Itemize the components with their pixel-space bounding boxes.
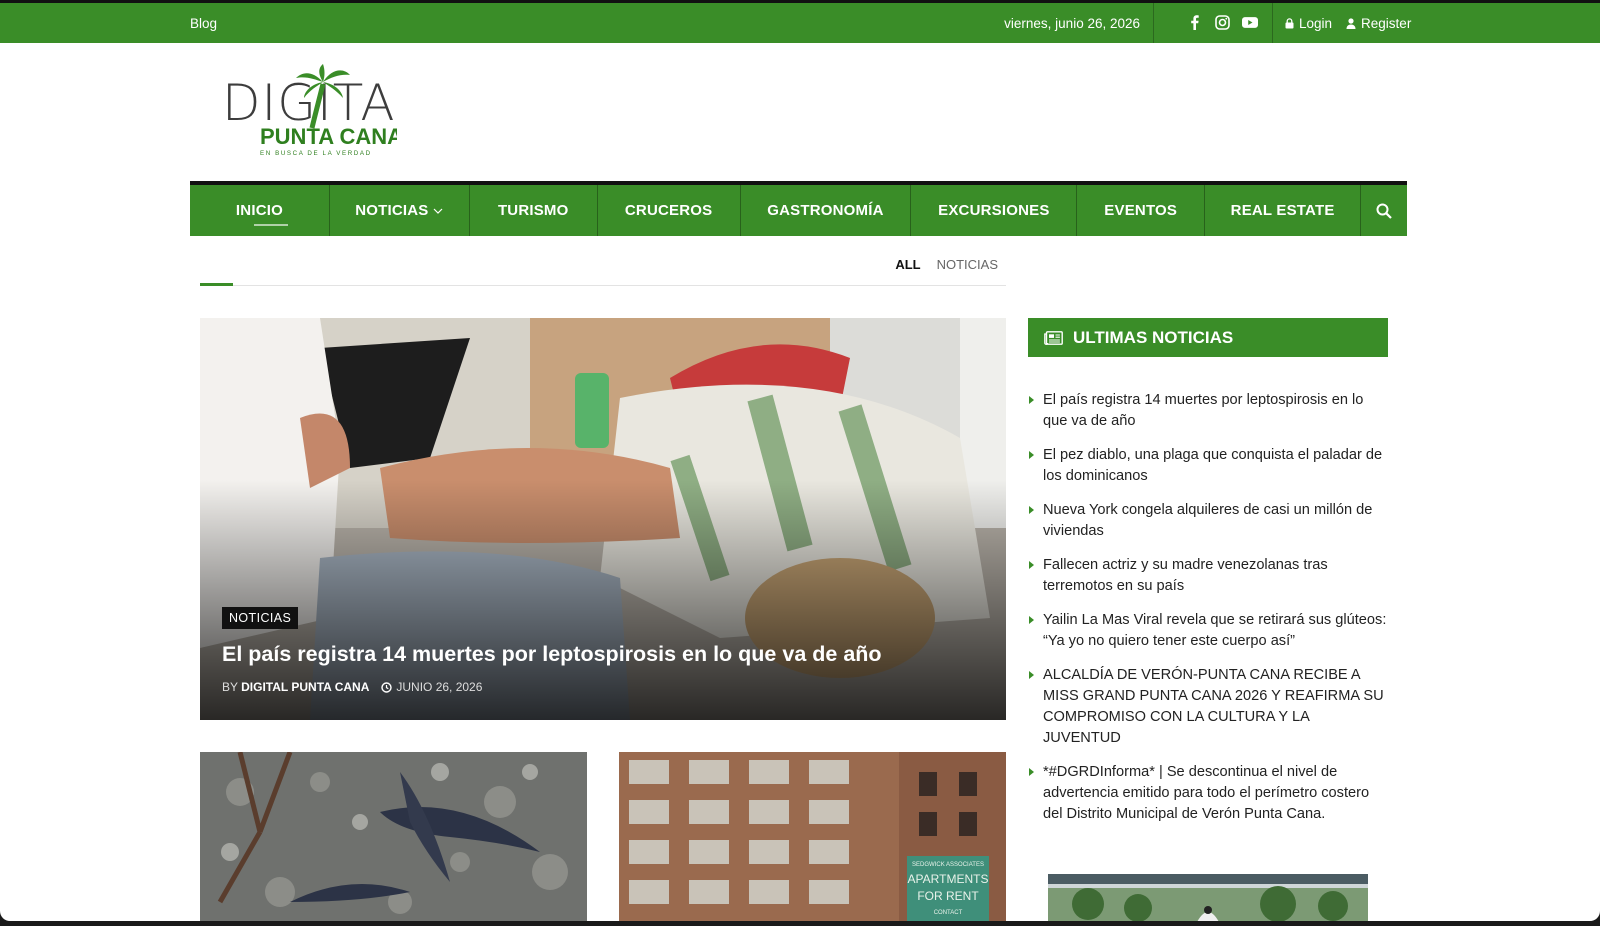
clock-icon	[381, 681, 393, 693]
sign-line1: SEDGWICK ASSOCIATES	[912, 862, 984, 868]
instagram-icon[interactable]	[1214, 14, 1230, 30]
search-icon	[1376, 203, 1392, 219]
current-date: viernes, junio 26, 2026	[1004, 16, 1140, 31]
newspaper-icon	[1044, 330, 1063, 345]
category-filter: ALL NOTICIAS	[200, 254, 1006, 286]
fish-image	[200, 752, 587, 921]
sign-line4: CONTACT	[934, 910, 963, 916]
article-thumbnail[interactable]: SEDGWICK ASSOCIATES APARTMENTS FOR RENT …	[619, 752, 1006, 921]
search-button[interactable]	[1361, 185, 1407, 236]
nav-label: TURISMO	[497, 202, 569, 219]
login-label: Login	[1299, 16, 1333, 31]
post-date: JUNIO 26, 2026	[381, 680, 482, 694]
filter-all[interactable]: ALL	[895, 257, 920, 272]
filter-noticias[interactable]: NOTICIAS	[937, 257, 998, 272]
youtube-icon[interactable]	[1242, 14, 1258, 30]
sign-line2: APARTMENTS	[908, 872, 989, 886]
logo-tagline: EN BUSCA DE LA VERDAD	[260, 150, 372, 157]
nav-item-excursiones[interactable]: EXCURSIONES	[911, 185, 1078, 236]
site-logo[interactable]: DIGITAL PUNTA CANA EN BUSCA DE LA VERDAD	[222, 64, 423, 160]
nav-label: INICIO	[235, 202, 283, 219]
latest-news-list: El país registra 14 muertes por leptospi…	[1028, 390, 1388, 838]
news-link[interactable]: ALCALDÍA DE VERÓN-PUNTA CANA RECIBE A MI…	[1028, 665, 1388, 748]
nav-label: REAL ESTATE	[1230, 202, 1335, 219]
nav-label: EVENTOS	[1104, 202, 1178, 219]
nav-item-eventos[interactable]: EVENTOS	[1077, 185, 1206, 236]
auth-links: Login Register	[1285, 16, 1411, 31]
nav-item-real-estate[interactable]: REAL ESTATE	[1205, 185, 1362, 236]
facebook-icon[interactable]	[1186, 14, 1202, 30]
article-thumbnail[interactable]	[200, 752, 587, 921]
login-link[interactable]: Login	[1285, 16, 1332, 31]
register-label: Register	[1361, 16, 1412, 31]
news-link[interactable]: *#DGRDInforma* | Se descontinua el nivel…	[1028, 762, 1388, 824]
divider	[1153, 3, 1154, 43]
nav-item-turismo[interactable]: TURISMO	[470, 185, 598, 236]
top-bar: Blog viernes, junio 26, 2026 Login Regis…	[0, 0, 1600, 43]
news-link[interactable]: Fallecen actriz y su madre venezolanas t…	[1028, 555, 1388, 597]
category-badge[interactable]: NOTICIAS	[222, 607, 299, 629]
browser-viewport: Blog viernes, junio 26, 2026 Login Regis…	[0, 0, 1600, 921]
lock-icon	[1285, 18, 1294, 29]
user-icon	[1346, 18, 1356, 29]
chevron-down-icon	[434, 208, 443, 214]
nav-item-cruceros[interactable]: CRUCEROS	[598, 185, 741, 236]
nav-item-gastronomia[interactable]: GASTRONOMÍA	[741, 185, 912, 236]
sidebar-image[interactable]	[1048, 874, 1368, 921]
featured-article[interactable]: NOTICIAS El país registra 14 muertes por…	[200, 318, 1006, 720]
blog-link[interactable]: Blog	[190, 16, 217, 31]
nav-label: CRUCEROS	[624, 202, 713, 219]
date-label: JUNIO 26, 2026	[396, 680, 483, 694]
news-link[interactable]: Yailin La Mas Viral revela que se retira…	[1028, 610, 1388, 652]
news-link[interactable]: El país registra 14 muertes por leptospi…	[1028, 390, 1388, 432]
register-link[interactable]: Register	[1346, 16, 1411, 31]
byline: BY DIGITAL PUNTA CANA	[222, 680, 369, 694]
article-meta: BY DIGITAL PUNTA CANA JUNIO 26, 2026	[222, 680, 482, 694]
nav-label: NOTICIAS	[355, 202, 429, 219]
nav-label: GASTRONOMÍA	[767, 202, 884, 219]
nav-label: EXCURSIONES	[938, 202, 1050, 219]
nav-item-noticias[interactable]: NOTICIAS	[330, 185, 470, 236]
sidebar-heading-label: ULTIMAS NOTICIAS	[1073, 327, 1234, 347]
news-link[interactable]: Nueva York congela alquileres de casi un…	[1028, 500, 1388, 542]
park-image	[1048, 874, 1368, 921]
author-link[interactable]: DIGITAL PUNTA CANA	[241, 680, 369, 694]
featured-title[interactable]: El país registra 14 muertes por leptospi…	[222, 642, 882, 667]
apartments-image: SEDGWICK ASSOCIATES APARTMENTS FOR RENT …	[619, 752, 1006, 921]
divider	[1272, 3, 1273, 43]
sign-line3: FOR RENT	[917, 889, 979, 903]
nav-item-inicio[interactable]: INICIO	[190, 185, 330, 236]
logo-text-punta-cana: PUNTA CANA	[260, 124, 397, 149]
social-links	[1186, 14, 1258, 30]
section-accent	[200, 283, 233, 286]
main-nav: INICIO NOTICIAS TURISMO CRUCEROS GASTRON…	[190, 181, 1407, 236]
sidebar-heading: ULTIMAS NOTICIAS	[1028, 318, 1388, 357]
news-link[interactable]: El pez diablo, una plaga que conquista e…	[1028, 445, 1388, 487]
by-label: BY	[222, 680, 238, 694]
